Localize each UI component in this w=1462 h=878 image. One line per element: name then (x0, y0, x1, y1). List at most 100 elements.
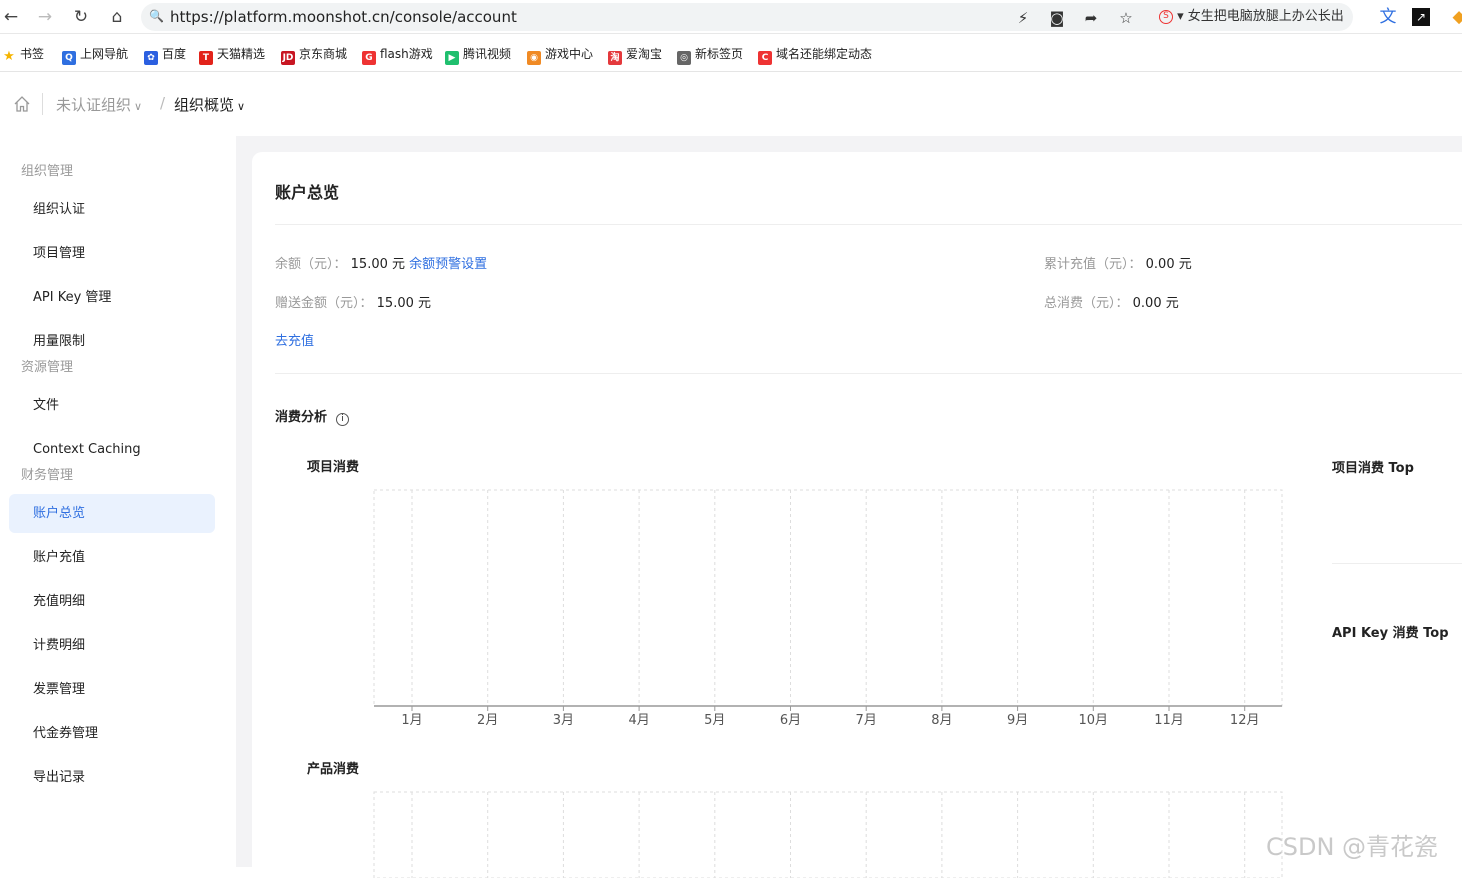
x-tick-label: 3月 (553, 713, 574, 728)
bookmark-icon: ◎ (677, 51, 691, 65)
lightning-icon[interactable]: ⚡ (1014, 9, 1032, 27)
bookmark-item[interactable]: ◎ 新标签页 (677, 46, 744, 65)
page-selector[interactable]: 组织概览 ∨ (174, 94, 245, 115)
bookmark-icon: ◉ (527, 51, 541, 65)
bookmark-label: 上网导航 (80, 47, 129, 61)
total-recharge-row: 累计充值（元）： 0.00 元 (1044, 253, 1192, 272)
bookmark-item[interactable]: T 天猫精选 (199, 46, 266, 65)
bookmark-item[interactable]: C 域名还能绑定动态 (758, 46, 873, 65)
x-tick-label: 6月 (780, 713, 801, 728)
project-top-title: 项目消费 Top (1332, 461, 1414, 476)
reload-icon[interactable]: ↻ (70, 6, 92, 28)
chevron-down-icon: ∨ (237, 100, 246, 113)
org-name: 未认证组织 (56, 96, 132, 114)
gift-value: 15.00 元 (376, 296, 432, 311)
gift-label: 赠送金额（元）： (275, 296, 373, 311)
page-title: 账户总览 (275, 183, 340, 202)
bookmark-label: flash游戏 (380, 47, 433, 61)
sidebar-item[interactable]: API Key 管理 (9, 278, 215, 317)
breadcrumb-separator: / (160, 94, 166, 112)
project-spend-chart: 1月 2月 3月 4月 5月 6月 7月 8月 9月 10月 11月 12月 (373, 489, 1283, 728)
product-spend-chart (373, 791, 1283, 878)
total-recharge-value: 0.00 元 (1145, 257, 1192, 272)
x-tick-label: 4月 (628, 713, 649, 728)
search-icon: 🔍 (149, 9, 164, 23)
bookmark-label: 新标签页 (695, 47, 744, 61)
bookmark-icon: C (758, 51, 772, 65)
balance-label: 余额（元）： (275, 257, 347, 272)
sidebar-item[interactable]: 导出记录 (9, 758, 215, 797)
analysis-section-title: 消费分析 i (275, 406, 350, 426)
address-bar[interactable]: 🔍 https://platform.moonshot.cn/console/a… (141, 3, 1353, 31)
sidebar-item[interactable]: 项目管理 (9, 234, 215, 273)
back-icon[interactable]: ← (0, 6, 22, 28)
x-tick-label: 5月 (704, 713, 725, 728)
sidebar-item[interactable]: 账户总览 (9, 494, 215, 533)
bookmark-icon: G (362, 51, 376, 65)
extension-icon[interactable]: ↗ (1412, 8, 1430, 26)
browser-toolbar: ← → ↻ ⌂ 🔍 https://platform.moonshot.cn/c… (0, 0, 1462, 34)
home-button-icon[interactable]: ⌂ (106, 6, 128, 28)
x-tick-label: 2月 (477, 713, 498, 728)
x-tick-label: 1月 (401, 713, 422, 728)
bookmark-item[interactable]: 淘爱淘宝 (608, 46, 662, 65)
balance-row: 余额（元）： 15.00 元 余额预警设置 (275, 253, 487, 272)
forward-icon[interactable]: → (34, 6, 56, 28)
page-name: 组织概览 (174, 96, 235, 114)
balance-alert-link[interactable]: 余额预警设置 (409, 257, 487, 272)
divider (1332, 563, 1462, 564)
reader-icon[interactable]: ◙ (1048, 9, 1066, 27)
sidebar-item[interactable]: 充值明细 (9, 582, 215, 621)
chart-title-project: 项目消费 (307, 460, 360, 475)
watermark: CSDN @青花瓷 (1266, 833, 1439, 861)
bookmarks-bar: ★ 书签 Q 上网导航 ✿ 百度 T 天猫精选 JD 京东商城 Gflash游戏 ▶ 腾讯视频 ◉ 游戏中心… (0, 35, 1462, 72)
x-tick-label: 7月 (856, 713, 877, 728)
account-overview-card: 账户总览 余额（元）： 15.00 元 余额预警设置 赠送金额（元）： 15.0… (252, 152, 1462, 878)
bookmark-item[interactable]: Q 上网导航 (62, 46, 129, 65)
star-icon[interactable]: ☆ (1117, 9, 1135, 27)
extension2-icon[interactable]: ◆ (1448, 6, 1462, 28)
bookmark-item[interactable]: JD 京东商城 (281, 46, 348, 65)
sidebar-item[interactable]: 文件 (9, 386, 215, 425)
plot-area (373, 489, 1283, 707)
sidebar-item[interactable]: 计费明细 (9, 626, 215, 665)
sidebar-item[interactable]: 账户充值 (9, 538, 215, 577)
bookmark-item[interactable]: ▶ 腾讯视频 (445, 46, 511, 65)
analysis-title-text: 消费分析 (275, 410, 328, 425)
bookmark-icon: Q (62, 51, 76, 65)
bookmark-label: 百度 (162, 47, 187, 61)
bookmark-icon: 淘 (608, 51, 622, 65)
sidebar-item[interactable]: 组织认证 (9, 190, 215, 229)
x-tick-label: 11月 (1154, 713, 1184, 728)
org-selector[interactable]: 未认证组织 ∨ (56, 94, 142, 115)
bookmark-item[interactable]: ★ 书签 (2, 46, 45, 64)
sidebar-group-label: 资源管理 (21, 360, 74, 375)
hot-search[interactable]: S ▾ 女生把电脑放腿上办公长出 (1159, 7, 1344, 27)
bookmark-label: 京东商城 (299, 47, 348, 61)
x-tick-label: 9月 (1007, 713, 1028, 728)
x-tick-label: 12月 (1230, 713, 1260, 728)
total-spend-label: 总消费（元）： (1044, 296, 1129, 311)
sidebar-item[interactable]: 发票管理 (9, 670, 215, 709)
divider (275, 373, 1462, 374)
info-icon[interactable]: i (336, 413, 350, 426)
sogou-icon: S (1159, 9, 1173, 24)
hot-search-text[interactable]: 女生把电脑放腿上办公长出 (1188, 9, 1344, 24)
balance-value: 15.00 元 (350, 257, 406, 272)
url-text[interactable]: https://platform.moonshot.cn/console/acc… (170, 8, 517, 26)
home-icon[interactable] (12, 94, 32, 114)
sidebar-group-label: 组织管理 (21, 164, 74, 179)
share-icon[interactable]: ➦ (1082, 9, 1100, 27)
sidebar: 组织管理 组织认证 项目管理 API Key 管理 用量限制 资源管理 文件 Context … (0, 136, 236, 867)
chart-title-product: 产品消费 (307, 762, 360, 777)
sidebar-item[interactable]: 代金券管理 (9, 714, 215, 753)
bookmark-label: 域名还能绑定动态 (776, 47, 873, 61)
bookmark-item[interactable]: Gflash游戏 (362, 46, 433, 65)
translate-icon[interactable]: 文 (1377, 6, 1399, 28)
bookmark-label: 书签 (20, 47, 45, 61)
bookmark-item[interactable]: ◉ 游戏中心 (527, 46, 593, 65)
bookmark-item[interactable]: ✿ 百度 (144, 46, 187, 65)
bookmark-icon: ▶ (445, 51, 459, 65)
recharge-link[interactable]: 去充值 (275, 330, 314, 349)
bookmark-label: 天猫精选 (217, 47, 266, 61)
